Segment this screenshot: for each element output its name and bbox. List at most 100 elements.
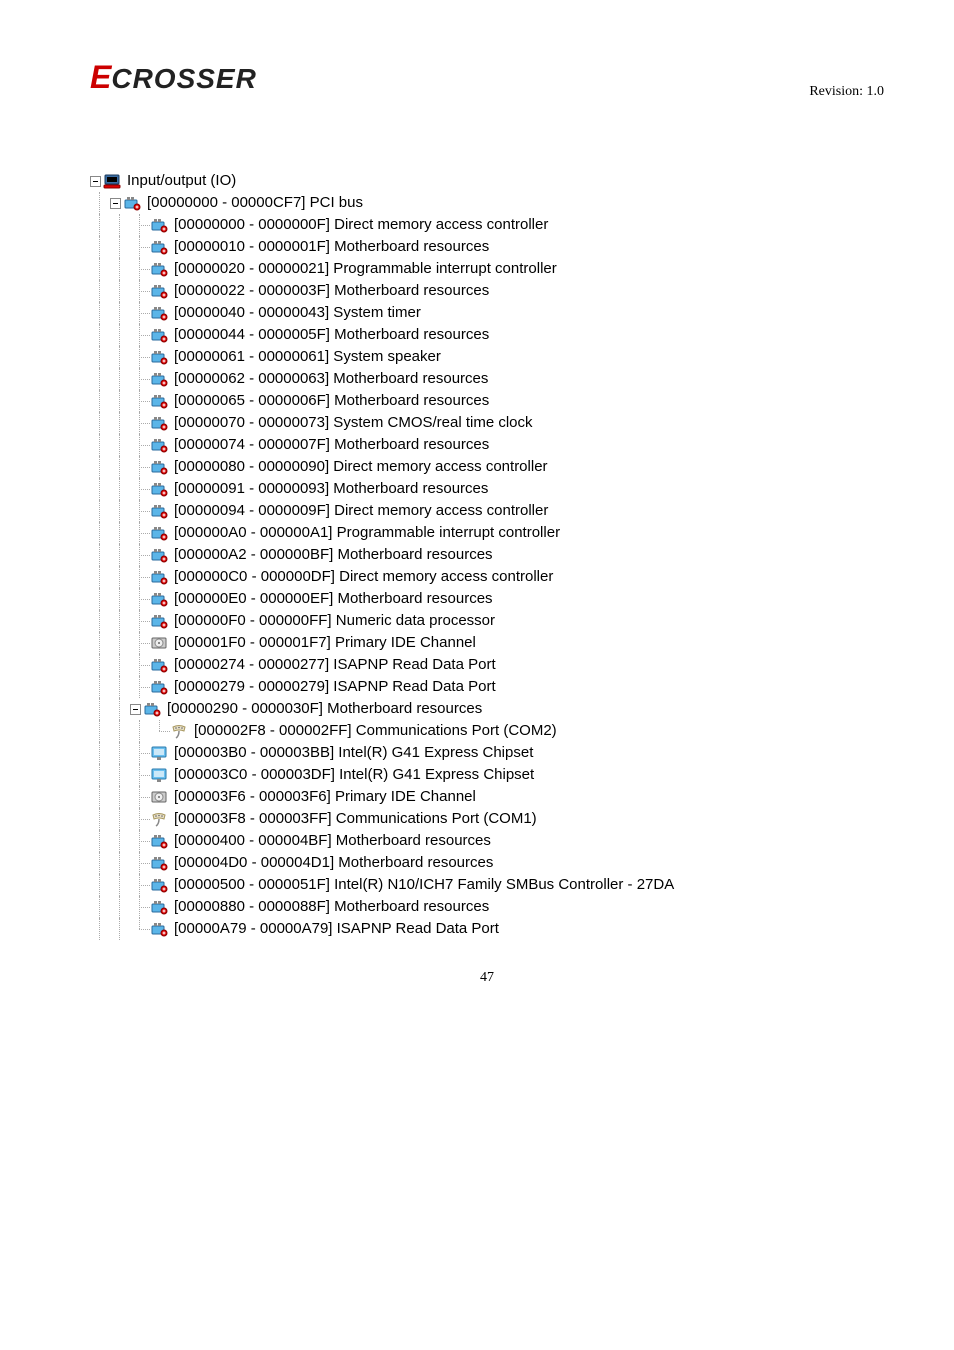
- tree-item-label: [000003F6 - 000003F6] Primary IDE Channe…: [172, 786, 476, 808]
- device-icon: [123, 194, 141, 212]
- tree-item-label: [000000C0 - 000000DF] Direct memory acce…: [172, 566, 553, 588]
- page-header: E CROSSER Revision: 1.0: [90, 60, 884, 100]
- tree-item[interactable]: [000003F8 - 000003FF] Communications Por…: [90, 808, 884, 830]
- device-icon: [150, 678, 168, 696]
- tree-pci-label: [00000000 - 00000CF7] PCI bus: [145, 192, 363, 214]
- tree-item[interactable]: [00000274 - 00000277] ISAPNP Read Data P…: [90, 654, 884, 676]
- device-icon: [143, 700, 161, 718]
- tree-item[interactable]: [00000091 - 00000093] Motherboard resour…: [90, 478, 884, 500]
- port-icon: [170, 722, 188, 740]
- tree-item[interactable]: [00000044 - 0000005F] Motherboard resour…: [90, 324, 884, 346]
- device-icon: [150, 590, 168, 608]
- tree-item[interactable]: [000003C0 - 000003DF] Intel(R) G41 Expre…: [90, 764, 884, 786]
- tree-item[interactable]: [000004D0 - 000004D1] Motherboard resour…: [90, 852, 884, 874]
- tree-item[interactable]: [00000279 - 00000279] ISAPNP Read Data P…: [90, 676, 884, 698]
- tree-item[interactable]: [00000070 - 00000073] System CMOS/real t…: [90, 412, 884, 434]
- device-icon: [150, 854, 168, 872]
- disk-icon: [150, 788, 168, 806]
- device-icon: [150, 282, 168, 300]
- tree-item-label: [00000061 - 00000061] System speaker: [172, 346, 441, 368]
- tree-item[interactable]: [000000A0 - 000000A1] Programmable inter…: [90, 522, 884, 544]
- revision-label: Revision: 1.0: [809, 84, 884, 100]
- device-icon: [150, 898, 168, 916]
- tree-item-label: [00000020 - 00000021] Programmable inter…: [172, 258, 557, 280]
- tree-item[interactable]: [00000022 - 0000003F] Motherboard resour…: [90, 280, 884, 302]
- tree-item-label: [00000080 - 00000090] Direct memory acce…: [172, 456, 548, 478]
- tree-item-label: [00000279 - 00000279] ISAPNP Read Data P…: [172, 676, 496, 698]
- tree-item-label: [000004D0 - 000004D1] Motherboard resour…: [172, 852, 493, 874]
- device-icon: [150, 480, 168, 498]
- tree-item-label: [00000062 - 00000063] Motherboard resour…: [172, 368, 488, 390]
- logo-e: E: [90, 59, 111, 96]
- expander-icon[interactable]: [130, 704, 141, 715]
- logo: E CROSSER: [90, 60, 257, 97]
- tree-item[interactable]: [00000880 - 0000088F] Motherboard resour…: [90, 896, 884, 918]
- tree-item[interactable]: [00000040 - 00000043] System timer: [90, 302, 884, 324]
- tree-item-label: [000003C0 - 000003DF] Intel(R) G41 Expre…: [172, 764, 534, 786]
- tree-item[interactable]: [00000010 - 0000001F] Motherboard resour…: [90, 236, 884, 258]
- device-icon: [150, 612, 168, 630]
- tree-pci[interactable]: [00000000 - 00000CF7] PCI bus: [90, 192, 884, 214]
- device-icon: [150, 392, 168, 410]
- tree-mbres-child[interactable]: [000002F8 - 000002FF] Communications Por…: [90, 720, 884, 742]
- tree-item[interactable]: [000000C0 - 000000DF] Direct memory acce…: [90, 566, 884, 588]
- tree-item[interactable]: [000001F0 - 000001F7] Primary IDE Channe…: [90, 632, 884, 654]
- device-icon: [150, 832, 168, 850]
- tree-item[interactable]: [00000500 - 0000051F] Intel(R) N10/ICH7 …: [90, 874, 884, 896]
- tree-item-label: [00000044 - 0000005F] Motherboard resour…: [172, 324, 489, 346]
- tree-item[interactable]: [00000020 - 00000021] Programmable inter…: [90, 258, 884, 280]
- tree-item[interactable]: [000000F0 - 000000FF] Numeric data proce…: [90, 610, 884, 632]
- tree-item[interactable]: [00000080 - 00000090] Direct memory acce…: [90, 456, 884, 478]
- tree-item-label: [00000070 - 00000073] System CMOS/real t…: [172, 412, 533, 434]
- tree-mbres-label: [00000290 - 0000030F] Motherboard resour…: [165, 698, 482, 720]
- device-icon: [150, 568, 168, 586]
- device-icon: [150, 370, 168, 388]
- tree-item-label: [00000A79 - 00000A79] ISAPNP Read Data P…: [172, 918, 499, 940]
- device-icon: [150, 238, 168, 256]
- tree-item-label: [00000074 - 0000007F] Motherboard resour…: [172, 434, 489, 456]
- tree-item-label: [00000091 - 00000093] Motherboard resour…: [172, 478, 488, 500]
- expander-icon[interactable]: [110, 198, 121, 209]
- tree-item[interactable]: [00000062 - 00000063] Motherboard resour…: [90, 368, 884, 390]
- device-icon: [150, 524, 168, 542]
- tree-item-label: [000000A2 - 000000BF] Motherboard resour…: [172, 544, 493, 566]
- expander-icon[interactable]: [90, 176, 101, 187]
- tree-item-label: [00000000 - 0000000F] Direct memory acce…: [172, 214, 548, 236]
- tree-mbres-child-label: [000002F8 - 000002FF] Communications Por…: [192, 720, 557, 742]
- tree-item-label: [00000500 - 0000051F] Intel(R) N10/ICH7 …: [172, 874, 674, 896]
- device-icon: [150, 502, 168, 520]
- tree-item[interactable]: [000000A2 - 000000BF] Motherboard resour…: [90, 544, 884, 566]
- tree-item-label: [00000010 - 0000001F] Motherboard resour…: [172, 236, 489, 258]
- device-icon: [150, 458, 168, 476]
- tree-root-label: Input/output (IO): [125, 170, 236, 192]
- device-icon: [150, 656, 168, 674]
- tree-item-label: [00000094 - 0000009F] Direct memory acce…: [172, 500, 548, 522]
- tree-item[interactable]: [00000065 - 0000006F] Motherboard resour…: [90, 390, 884, 412]
- page-number: 47: [90, 970, 884, 986]
- tree-item[interactable]: [00000400 - 000004BF] Motherboard resour…: [90, 830, 884, 852]
- display-icon: [150, 744, 168, 762]
- tree-item-label: [000001F0 - 000001F7] Primary IDE Channe…: [172, 632, 476, 654]
- tree-item[interactable]: [00000094 - 0000009F] Direct memory acce…: [90, 500, 884, 522]
- disk-icon: [150, 634, 168, 652]
- tree-item[interactable]: [00000074 - 0000007F] Motherboard resour…: [90, 434, 884, 456]
- tree-item[interactable]: [00000A79 - 00000A79] ISAPNP Read Data P…: [90, 918, 884, 940]
- tree-item[interactable]: [000003F6 - 000003F6] Primary IDE Channe…: [90, 786, 884, 808]
- tree-item-label: [00000274 - 00000277] ISAPNP Read Data P…: [172, 654, 496, 676]
- device-icon: [150, 326, 168, 344]
- tree-root[interactable]: Input/output (IO): [90, 170, 884, 192]
- device-icon: [150, 348, 168, 366]
- display-icon: [150, 766, 168, 784]
- tree-item[interactable]: [000000E0 - 000000EF] Motherboard resour…: [90, 588, 884, 610]
- device-icon: [150, 436, 168, 454]
- device-icon: [150, 546, 168, 564]
- device-icon: [150, 414, 168, 432]
- tree-item[interactable]: [000003B0 - 000003BB] Intel(R) G41 Expre…: [90, 742, 884, 764]
- tree-mbres[interactable]: [00000290 - 0000030F] Motherboard resour…: [90, 698, 884, 720]
- port-icon: [150, 810, 168, 828]
- tree-item-label: [00000065 - 0000006F] Motherboard resour…: [172, 390, 489, 412]
- tree-item[interactable]: [00000000 - 0000000F] Direct memory acce…: [90, 214, 884, 236]
- device-icon: [150, 216, 168, 234]
- tree-item-label: [000000F0 - 000000FF] Numeric data proce…: [172, 610, 495, 632]
- tree-item[interactable]: [00000061 - 00000061] System speaker: [90, 346, 884, 368]
